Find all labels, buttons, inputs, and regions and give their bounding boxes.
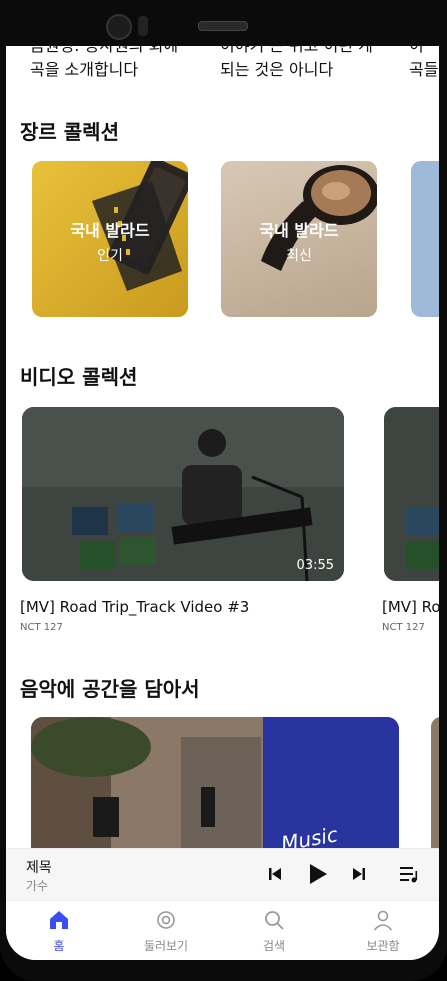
sensor-icon [138,16,148,36]
home-icon [50,911,68,929]
camera-icon [106,14,132,40]
space-card[interactable]: Music [31,717,399,848]
space-section-title: 음악에 공간을 담아서 [20,677,200,701]
genre-card-subtitle: 최신 [286,248,312,264]
genre-section-title: 장르 콜렉션 [20,120,119,144]
genre-card-title: 국내 발라드 [259,221,339,240]
video-title[interactable]: [MV] Road Trip_Track Video #3 [20,598,249,616]
play-icon[interactable] [303,859,333,889]
home-feed[interactable]: 음원정: 공사원의 회에 곡을 소개합니다 이야기 든 쉬고 이런 게 되는 것… [6,10,439,848]
mini-player[interactable]: 제목 가수 [6,848,439,901]
tab-library[interactable]: 보관함 [338,909,428,954]
video-section-title: 비디오 콜렉션 [20,365,138,389]
space-image [31,717,399,848]
tab-label: 둘러보기 [143,939,189,953]
caption-line: 곡들 [409,60,439,79]
genre-card-partial[interactable] [411,161,439,317]
person-icon [373,910,393,931]
video-scene-image [384,407,439,581]
bottom-tab-bar: 홈 둘러보기 검색 보관함 [6,900,439,960]
skip-previous-icon[interactable] [260,859,290,889]
genre-card-text: 국내 발라드 인기 [32,217,188,265]
video-artist[interactable]: NCT 127 [382,622,425,633]
genre-card-ballad-new[interactable]: 국내 발라드 최신 [221,161,377,317]
search-icon [265,911,284,930]
video-title[interactable]: [MV] Ro [382,598,439,616]
video-thumbnail[interactable]: 03:55 [22,407,344,581]
caption-line: 곡을 소개합니다 [30,60,139,79]
app-screen: 음원정: 공사원의 회에 곡을 소개합니다 이야기 든 쉬고 이런 게 되는 것… [6,10,439,960]
genre-card-subtitle: 인기 [97,248,123,264]
video-duration: 03:55 [296,558,334,573]
speaker-grille [198,21,248,31]
tab-search[interactable]: 검색 [229,909,319,954]
genre-card-text: 국내 발라드 최신 [221,217,377,265]
genre-card-title: 국내 발라드 [70,221,150,240]
explore-icon [157,911,175,929]
tab-explore[interactable]: 둘러보기 [121,909,211,954]
video-artist[interactable]: NCT 127 [20,622,63,633]
space-card-partial[interactable] [431,717,439,848]
tab-label: 보관함 [366,939,400,953]
tab-label: 홈 [53,939,65,953]
mini-player-title: 제목 [26,860,52,876]
genre-card-ballad-popular[interactable]: 국내 발라드 인기 [32,161,188,317]
tab-home[interactable]: 홈 [14,909,104,954]
tab-label: 검색 [262,939,286,953]
queue-icon[interactable] [394,859,424,889]
mini-player-artist: 가수 [26,879,49,893]
caption-line: 되는 것은 아니다 [220,60,334,79]
video-scene-image [22,407,344,581]
skip-next-icon[interactable] [344,859,374,889]
video-thumbnail-partial[interactable] [384,407,439,581]
